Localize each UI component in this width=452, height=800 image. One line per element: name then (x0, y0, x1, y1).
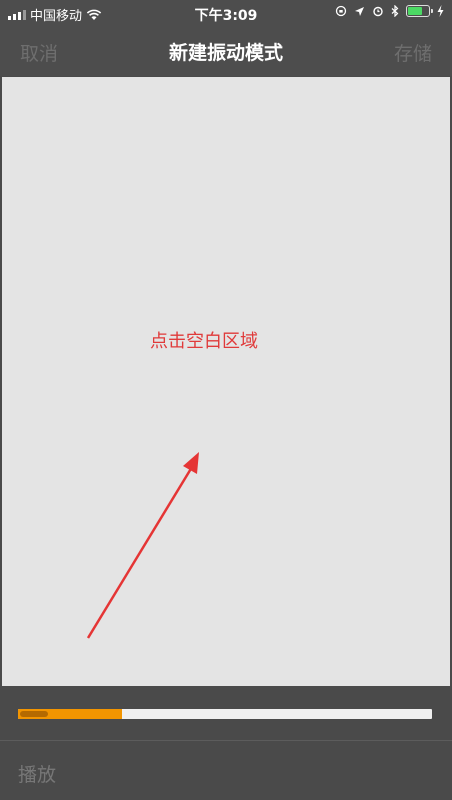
playback-panel: 播放 (0, 686, 452, 800)
battery-icon (406, 5, 433, 17)
save-button[interactable]: 存储 (394, 39, 432, 66)
bluetooth-icon (391, 5, 399, 17)
orientation-lock-icon (335, 5, 347, 17)
status-right (335, 5, 444, 17)
location-icon (355, 6, 364, 16)
progress-bar[interactable] (18, 709, 432, 719)
charging-icon (437, 5, 444, 17)
alarm-icon (373, 6, 383, 17)
play-button[interactable]: 播放 (18, 760, 56, 787)
progress-knob[interactable] (20, 711, 48, 717)
annotation-arrow-icon (86, 452, 199, 639)
status-bar: 中国移动 下午3:09 (0, 0, 452, 26)
page-title: 新建振动模式 (168, 42, 283, 64)
vibration-tap-area[interactable]: 点击空白区域 (2, 77, 450, 686)
nav-bar: 取消 新建振动模式 存储 (0, 26, 452, 76)
divider (0, 740, 452, 741)
